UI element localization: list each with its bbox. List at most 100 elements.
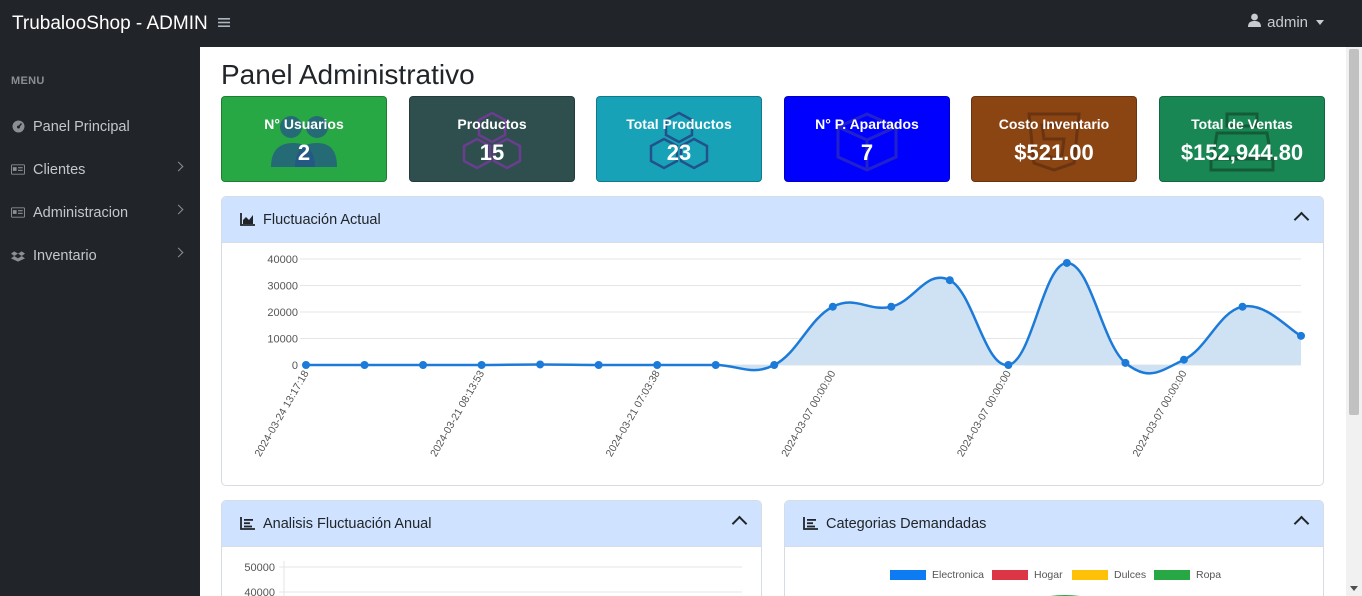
card-label: Costo Inventario xyxy=(998,116,1110,132)
panel-header: Categorias Demandadas xyxy=(785,501,1323,547)
data-point xyxy=(1179,355,1188,364)
legend-item-ropa[interactable]: Ropa xyxy=(1154,569,1221,581)
chevron-up-icon[interactable] xyxy=(1293,211,1310,228)
area-fill xyxy=(306,262,1301,374)
data-point xyxy=(945,276,954,285)
legend-swatch xyxy=(1154,570,1190,580)
y-tick-label: 20000 xyxy=(267,307,298,319)
x-tick-label: 2024-03-24 13:17:18 xyxy=(252,368,311,459)
x-tick-label: 2024-03-21 07:03:38 xyxy=(604,368,663,459)
card-label: Total de Ventas xyxy=(1191,116,1293,132)
sidebar-item-administracion[interactable]: Administracion xyxy=(0,191,200,234)
card-value: 15 xyxy=(479,140,505,165)
panel-fluctuacion-anual: Analisis Fluctuación Anual 40000 50000 xyxy=(221,500,762,596)
legend-label: Electronica xyxy=(932,569,984,581)
x-tick-label: 2024-03-07 00:00:00 xyxy=(779,368,838,459)
chevron-up-icon[interactable] xyxy=(731,515,748,532)
menu-toggle-icon[interactable] xyxy=(217,15,230,33)
x-tick-label: 2024-03-07 00:00:00 xyxy=(955,368,1014,459)
legend-swatch xyxy=(992,570,1028,580)
card-label: N° P. Apartados xyxy=(815,116,919,132)
card-value: $152,944.80 xyxy=(1180,140,1304,165)
legend-swatch xyxy=(1072,570,1108,580)
id-card-icon xyxy=(11,164,25,176)
legend-item-dulces[interactable]: Dulces xyxy=(1072,569,1146,581)
chevron-right-icon xyxy=(173,247,184,258)
top-navbar: TrubalooShop - ADMIN admin xyxy=(0,0,1362,47)
legend-label: Dulces xyxy=(1114,569,1147,581)
card-productos[interactable]: Productos 15 xyxy=(409,96,575,182)
card-value: 2 xyxy=(297,140,311,165)
sidebar-item-inventario[interactable]: Inventario xyxy=(0,234,200,277)
y-tick-label: 50000 xyxy=(244,562,275,574)
user-menu[interactable]: admin xyxy=(1248,13,1324,31)
y-tick-label: 40000 xyxy=(267,254,298,266)
dashboard-icon xyxy=(11,120,25,133)
legend-label: Hogar xyxy=(1034,569,1063,581)
scroll-down-arrow-icon[interactable] xyxy=(1350,586,1358,591)
data-point xyxy=(1121,358,1130,367)
legend-item-hogar[interactable]: Hogar xyxy=(992,569,1063,581)
card-value: $521.00 xyxy=(1014,140,1094,165)
bar-chart-icon xyxy=(803,517,818,530)
y-tick-label: 10000 xyxy=(267,334,298,346)
sidebar-item-clientes[interactable]: Clientes xyxy=(0,148,200,191)
brand-title[interactable]: TrubalooShop - ADMIN xyxy=(12,13,208,35)
page-title: Panel Administrativo xyxy=(221,59,475,90)
card-usuarios[interactable]: N° Usuarios 2 xyxy=(221,96,387,182)
legend-swatch xyxy=(890,570,926,580)
data-point xyxy=(828,302,837,311)
card-apartados[interactable]: N° P. Apartados 7 xyxy=(784,96,950,182)
dropbox-icon xyxy=(11,250,25,262)
user-icon xyxy=(1248,13,1262,31)
data-point xyxy=(1004,361,1013,369)
sidebar-item-label: Administracion xyxy=(33,204,129,221)
sidebar: MENU Panel Principal Clientes Administra… xyxy=(0,47,200,596)
scrollbar-thumb[interactable] xyxy=(1349,49,1359,415)
sidebar-item-label: Panel Principal xyxy=(33,118,130,135)
bar-chart-icon xyxy=(240,517,255,530)
y-tick-label: 0 xyxy=(292,360,298,372)
card-value: 7 xyxy=(860,140,874,165)
data-point xyxy=(419,361,428,369)
chevron-right-icon xyxy=(173,161,184,172)
y-tick-label: 30000 xyxy=(267,281,298,293)
data-point xyxy=(770,361,779,369)
card-costo-inventario[interactable]: Costo Inventario $521.00 xyxy=(971,96,1137,182)
data-point xyxy=(360,361,369,369)
data-point xyxy=(536,360,545,369)
data-point xyxy=(1238,302,1247,311)
chevron-right-icon xyxy=(173,204,184,215)
fluctuacion-chart: 0 10000 20000 30000 40000 2024-03-24 13:17:18… xyxy=(252,254,1305,459)
card-total-productos[interactable]: Total Productos 23 xyxy=(596,96,762,182)
card-value: 23 xyxy=(666,140,692,165)
legend-label: Ropa xyxy=(1196,569,1222,581)
caret-down-icon xyxy=(1316,19,1324,25)
chevron-up-icon[interactable] xyxy=(1293,515,1310,532)
data-point xyxy=(887,302,896,311)
fluctuacion-anual-chart: 40000 50000 xyxy=(244,561,742,596)
sidebar-item-panel-principal[interactable]: Panel Principal xyxy=(0,105,200,148)
y-tick-label: 40000 xyxy=(244,587,275,596)
card-label: Total Productos xyxy=(626,116,732,132)
sidebar-item-label: Clientes xyxy=(33,161,86,178)
data-point xyxy=(302,361,310,369)
panel-header: Fluctuación Actual xyxy=(222,197,1323,243)
main-content: Panel Administrativo N° Usuarios 2 Produ… xyxy=(200,47,1346,596)
data-point xyxy=(594,361,603,369)
page-scrollbar[interactable] xyxy=(1346,47,1362,596)
legend-item-electronica[interactable]: Electronica xyxy=(890,569,984,581)
data-point xyxy=(711,361,720,369)
panel-title: Categorias Demandadas xyxy=(826,515,987,532)
data-point xyxy=(477,361,486,369)
data-point xyxy=(653,361,662,369)
user-name: admin xyxy=(1267,13,1308,31)
x-tick-label: 2024-03-21 08:13:53 xyxy=(428,368,487,459)
panel-header: Analisis Fluctuación Anual xyxy=(222,501,761,547)
id-card-icon xyxy=(11,207,25,219)
card-label: N° Usuarios xyxy=(264,116,344,132)
card-total-ventas[interactable]: Total de Ventas $152,944.80 xyxy=(1159,96,1325,182)
area-chart-icon xyxy=(240,213,255,226)
panel-title: Fluctuación Actual xyxy=(263,211,381,228)
panel-fluctuacion-actual: Fluctuación Actual 0 10000 20000 30000 40000… xyxy=(221,196,1324,486)
